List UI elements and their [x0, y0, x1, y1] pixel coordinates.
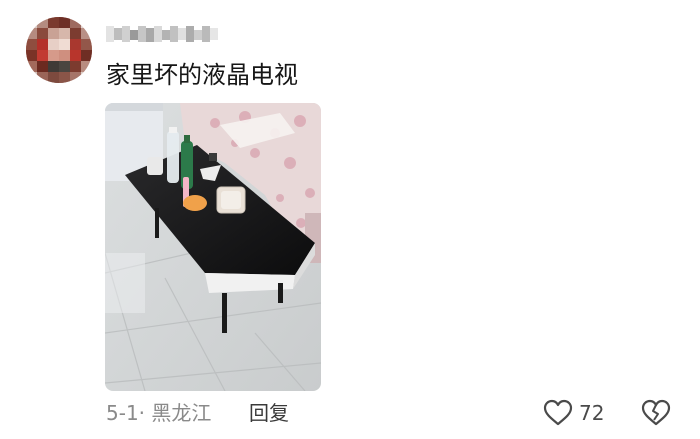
broken-heart-icon	[641, 399, 671, 426]
heart-outline-icon	[543, 399, 573, 426]
avatar-mosaic-image	[26, 17, 92, 83]
photo-image	[105, 103, 321, 391]
username-mosaic	[106, 26, 218, 42]
dislike-button[interactable]	[641, 398, 671, 428]
reply-button[interactable]: 回复	[249, 399, 289, 427]
like-button[interactable]: 72	[543, 398, 604, 428]
comment-photo[interactable]	[105, 103, 321, 391]
comment-date-location: 5-1· 黑龙江	[106, 401, 212, 425]
username-obscured[interactable]	[106, 20, 218, 48]
like-count: 72	[579, 401, 605, 425]
comment-text: 家里坏的液晶电视	[106, 61, 298, 89]
avatar[interactable]	[26, 17, 92, 83]
